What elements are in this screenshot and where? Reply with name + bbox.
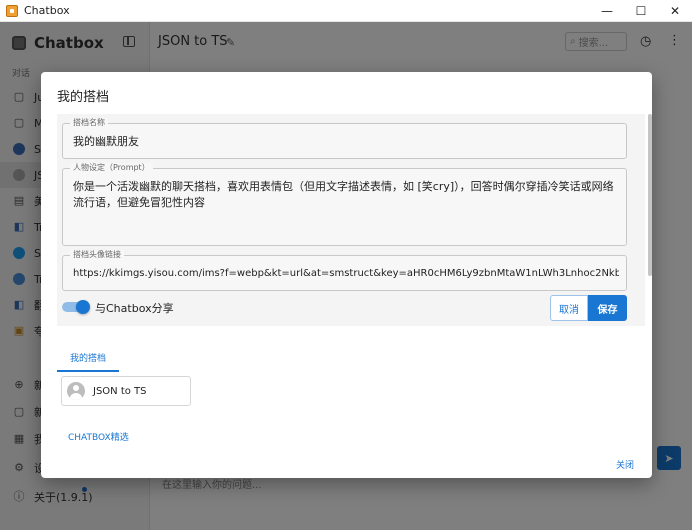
copilot-card-name: JSON to TS [93, 385, 147, 397]
avatar [67, 382, 85, 400]
close-window-button[interactable]: ✕ [658, 0, 692, 22]
copilot-name-value: 我的幽默朋友 [73, 135, 139, 148]
tab-my-copilots[interactable]: 我的搭档 [57, 344, 119, 372]
copilot-prompt-legend: 人物设定（Prompt） [70, 163, 153, 173]
window-titlebar: Chatbox — ☐ ✕ [0, 0, 692, 22]
share-toggle-label: 与Chatbox分享 [95, 302, 174, 315]
window-title: Chatbox [24, 4, 70, 17]
app-icon [6, 4, 18, 17]
cancel-button[interactable]: 取消 [550, 295, 588, 321]
copilot-name-legend: 搭档名称 [70, 118, 108, 128]
copilot-card[interactable]: JSON to TS [61, 376, 191, 406]
copilot-avatar-url-field[interactable]: 搭档头像链接 https://kkimgs.yisou.com/ims?f=we… [62, 250, 627, 291]
dialog-title: 我的搭档 [57, 90, 110, 105]
window-controls: — ☐ ✕ [590, 0, 692, 22]
share-toggle[interactable] [62, 300, 90, 314]
share-toggle-knob [76, 300, 90, 314]
close-dialog-button[interactable]: 关闭 [616, 458, 634, 471]
copilot-avatar-url-legend: 搭档头像链接 [70, 250, 124, 260]
copilot-prompt-field[interactable]: 人物设定（Prompt） 你是一个活泼幽默的聊天搭档，喜欢用表情包（但用文字描述… [62, 163, 627, 246]
copilot-avatar-url-value: https://kkimgs.yisou.com/ims?f=webp&kt=u… [73, 268, 619, 279]
copilot-name-field[interactable]: 搭档名称 我的幽默朋友 [62, 118, 627, 159]
copilot-prompt-value: 你是一个活泼幽默的聊天搭档，喜欢用表情包（但用文字描述表情，如 [笑cry]），… [73, 180, 614, 209]
copilot-dialog: 我的搭档 搭档名称 我的幽默朋友 人物设定（Prompt） 你是一个活泼幽默的聊… [41, 72, 652, 478]
save-button[interactable]: 保存 [588, 295, 627, 321]
dialog-scrollbar[interactable] [648, 114, 652, 276]
tab-chatbox-featured[interactable]: CHATBOX精选 [68, 430, 129, 443]
minimize-button[interactable]: — [590, 0, 624, 22]
maximize-button[interactable]: ☐ [624, 0, 658, 22]
